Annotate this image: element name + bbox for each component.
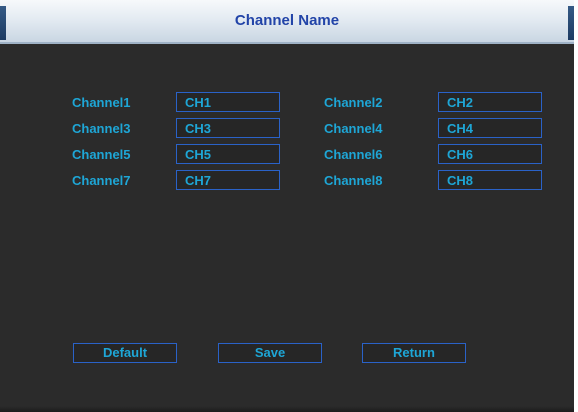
save-button[interactable]: Save (218, 343, 322, 363)
channel6-name-input[interactable] (438, 144, 542, 164)
channel3-name-input[interactable] (176, 118, 280, 138)
channel-name-dialog: Channel Name Channel1 Channel2 Channel3 … (0, 0, 578, 412)
default-button[interactable]: Default (73, 343, 177, 363)
title-bar: Channel Name (0, 0, 574, 44)
channel7-label: Channel7 (72, 173, 131, 188)
channel6-label: Channel6 (324, 147, 383, 162)
channel7-name-input[interactable] (176, 170, 280, 190)
channel8-label: Channel8 (324, 173, 383, 188)
channel2-label: Channel2 (324, 95, 383, 110)
channel5-name-input[interactable] (176, 144, 280, 164)
title-bar-right-cap (568, 6, 574, 40)
return-button[interactable]: Return (362, 343, 466, 363)
channel4-label: Channel4 (324, 121, 383, 136)
channel2-name-input[interactable] (438, 92, 542, 112)
dialog-title: Channel Name (234, 12, 340, 29)
channel5-label: Channel5 (72, 147, 131, 162)
channel3-label: Channel3 (72, 121, 131, 136)
channel1-name-input[interactable] (176, 92, 280, 112)
bottom-edge (0, 406, 574, 412)
channel1-label: Channel1 (72, 95, 131, 110)
channel8-name-input[interactable] (438, 170, 542, 190)
channel4-name-input[interactable] (438, 118, 542, 138)
